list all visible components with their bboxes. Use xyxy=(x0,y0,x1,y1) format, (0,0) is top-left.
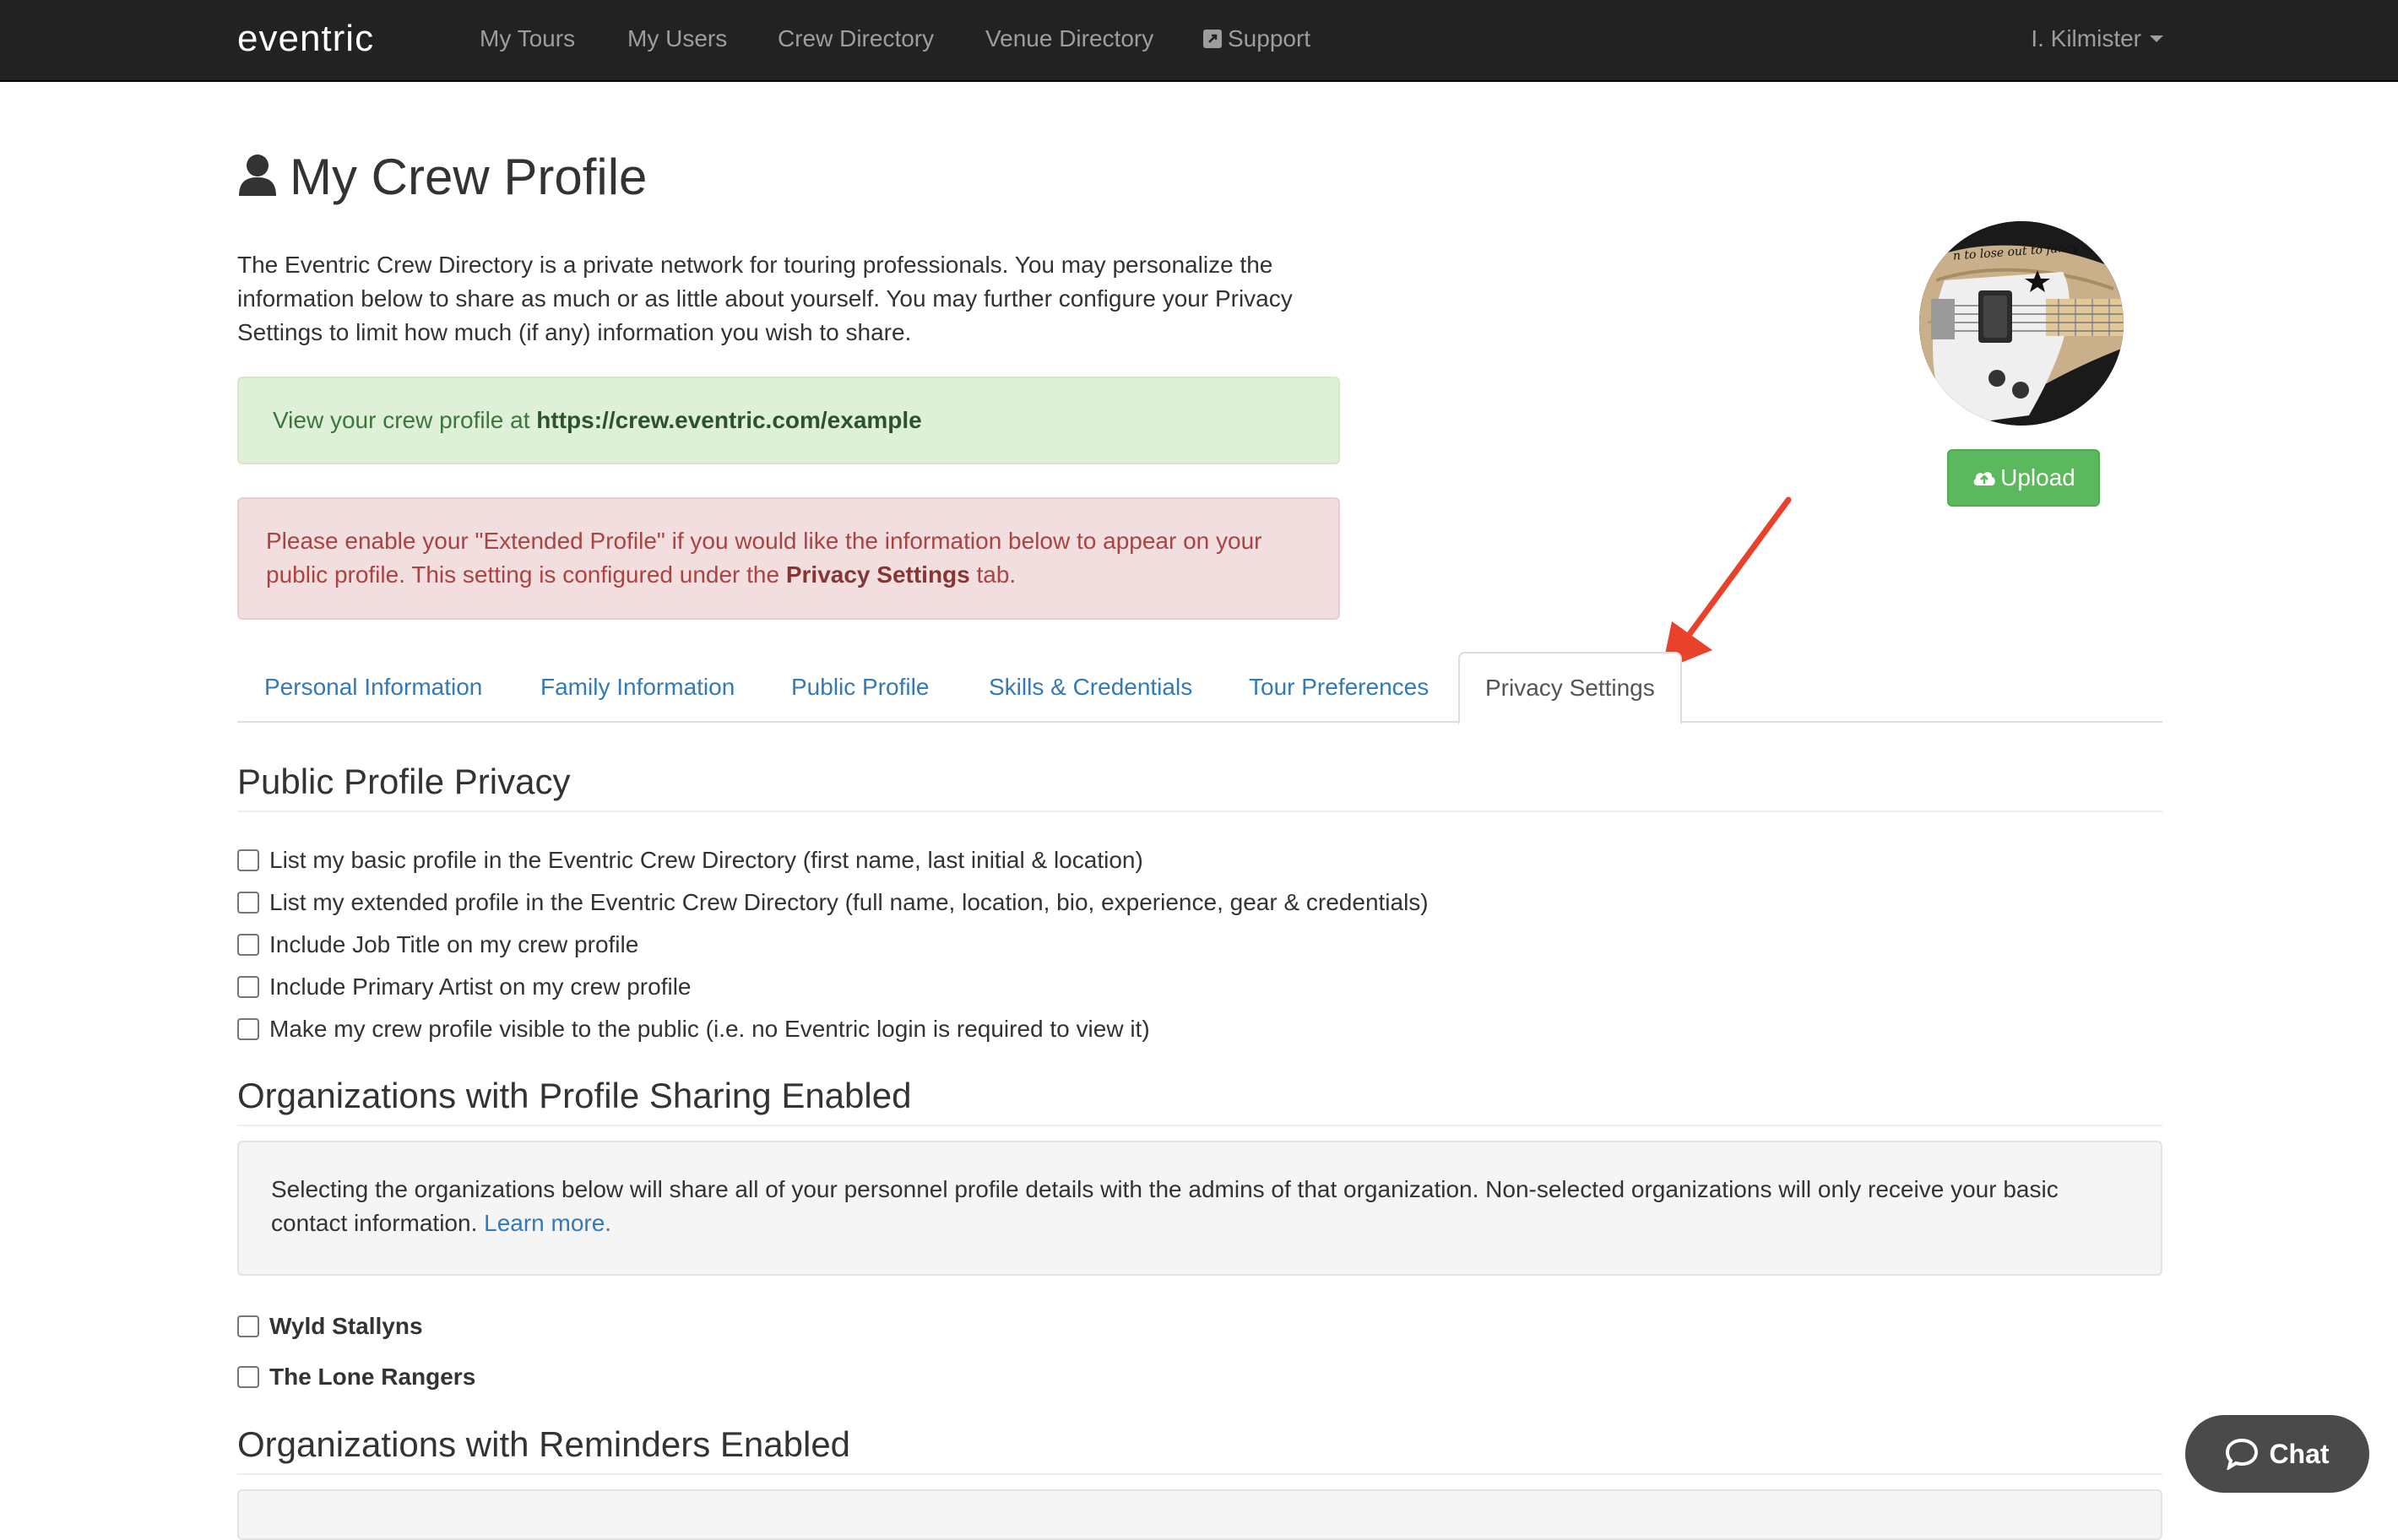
org-lone-rangers[interactable]: The Lone Rangers xyxy=(237,1360,475,1394)
page-title: My Crew Profile xyxy=(237,145,647,209)
annotation-arrow-icon xyxy=(1662,496,1792,670)
basic-profile-checkbox[interactable] xyxy=(237,849,259,871)
job-title-label: Include Job Title on my crew profile xyxy=(269,931,639,957)
wyld-stallyns-label: Wyld Stallyns xyxy=(269,1313,423,1339)
profile-url-prefix: View your crew profile at xyxy=(273,407,537,433)
option-public-visibility[interactable]: Make my crew profile visible to the publ… xyxy=(237,1012,1150,1046)
extended-profile-alert-suffix: tab. xyxy=(969,561,1017,588)
nav-my-users[interactable]: My Users xyxy=(627,22,727,56)
learn-more-link[interactable]: Learn more. xyxy=(484,1210,611,1236)
tab-privacy-settings[interactable]: Privacy Settings xyxy=(1458,652,1682,724)
tab-public-profile[interactable]: Public Profile xyxy=(766,652,954,723)
option-extended-profile[interactable]: List my extended profile in the Eventric… xyxy=(237,886,1429,919)
public-visibility-label: Make my crew profile visible to the publ… xyxy=(269,1016,1150,1042)
extended-profile-alert-bold: Privacy Settings xyxy=(785,561,970,588)
profile-url-alert: View your crew profile at https://crew.e… xyxy=(237,377,1340,464)
basic-profile-label: List my basic profile in the Eventric Cr… xyxy=(269,847,1143,873)
wyld-stallyns-checkbox[interactable] xyxy=(237,1315,259,1337)
nav-support-label: Support xyxy=(1228,25,1311,52)
profile-sharing-heading: Organizations with Profile Sharing Enabl… xyxy=(237,1074,2162,1126)
nav-my-tours[interactable]: My Tours xyxy=(480,22,575,56)
user-name: I. Kilmister xyxy=(2031,25,2141,52)
chat-bubble-icon xyxy=(2226,1438,2259,1470)
nav-crew-directory[interactable]: Crew Directory xyxy=(778,22,934,56)
nav-venue-directory[interactable]: Venue Directory xyxy=(985,22,1153,56)
user-menu-dropdown[interactable]: I. Kilmister xyxy=(2031,22,2163,56)
option-primary-artist[interactable]: Include Primary Artist on my crew profil… xyxy=(237,970,692,1004)
page-title-text: My Crew Profile xyxy=(290,149,648,205)
tab-tour-preferences[interactable]: Tour Preferences xyxy=(1223,652,1454,723)
profile-url-link[interactable]: https://crew.eventric.com/example xyxy=(536,407,921,433)
intro-paragraph: The Eventric Crew Directory is a private… xyxy=(237,252,1293,345)
reminders-info xyxy=(237,1489,2162,1540)
primary-artist-label: Include Primary Artist on my crew profil… xyxy=(269,973,692,1000)
bass-guitar-photo: n to lose out to fancy xyxy=(1919,221,2124,426)
tab-personal-information[interactable]: Personal Information xyxy=(239,652,507,723)
tab-family-information[interactable]: Family Information xyxy=(515,652,760,723)
lone-rangers-label: The Lone Rangers xyxy=(269,1364,476,1390)
org-wyld-stallyns[interactable]: Wyld Stallyns xyxy=(237,1310,423,1343)
upload-avatar-button[interactable]: Upload xyxy=(1947,449,2100,507)
svg-text:eventric: eventric xyxy=(237,19,374,59)
profile-sharing-info: Selecting the organizations below will s… xyxy=(237,1141,2162,1276)
extended-profile-alert: Please enable your "Extended Profile" if… xyxy=(237,497,1340,620)
nav-support[interactable]: Support xyxy=(1202,22,1310,56)
chat-label: Chat xyxy=(2269,1439,2330,1469)
external-link-icon xyxy=(1203,30,1222,48)
profile-tabs: Personal Information Family Information … xyxy=(237,652,2162,724)
extended-profile-alert-text: Please enable your "Extended Profile" if… xyxy=(266,528,1262,588)
job-title-checkbox[interactable] xyxy=(237,934,259,956)
cloud-upload-icon xyxy=(1973,472,1995,485)
profile-avatar: n to lose out to fancy xyxy=(1919,221,2124,426)
option-basic-profile[interactable]: List my basic profile in the Eventric Cr… xyxy=(237,843,1143,877)
eventric-logo[interactable]: eventric xyxy=(237,19,423,61)
primary-artist-checkbox[interactable] xyxy=(237,976,259,998)
top-navbar: eventric My Tours My Users Crew Director… xyxy=(0,0,2398,82)
option-job-title[interactable]: Include Job Title on my crew profile xyxy=(237,928,638,962)
public-visibility-checkbox[interactable] xyxy=(237,1018,259,1040)
public-profile-privacy-heading: Public Profile Privacy xyxy=(237,760,2162,812)
upload-label: Upload xyxy=(2000,464,2075,491)
reminders-heading: Organizations with Reminders Enabled xyxy=(237,1423,2162,1475)
extended-profile-checkbox[interactable] xyxy=(237,892,259,914)
chat-button[interactable]: Chat xyxy=(2185,1415,2369,1493)
caret-down-icon xyxy=(2150,35,2163,42)
extended-profile-label: List my extended profile in the Eventric… xyxy=(269,889,1429,915)
user-icon xyxy=(239,155,276,196)
tab-skills-credentials[interactable]: Skills & Credentials xyxy=(963,652,1218,723)
lone-rangers-checkbox[interactable] xyxy=(237,1366,259,1388)
